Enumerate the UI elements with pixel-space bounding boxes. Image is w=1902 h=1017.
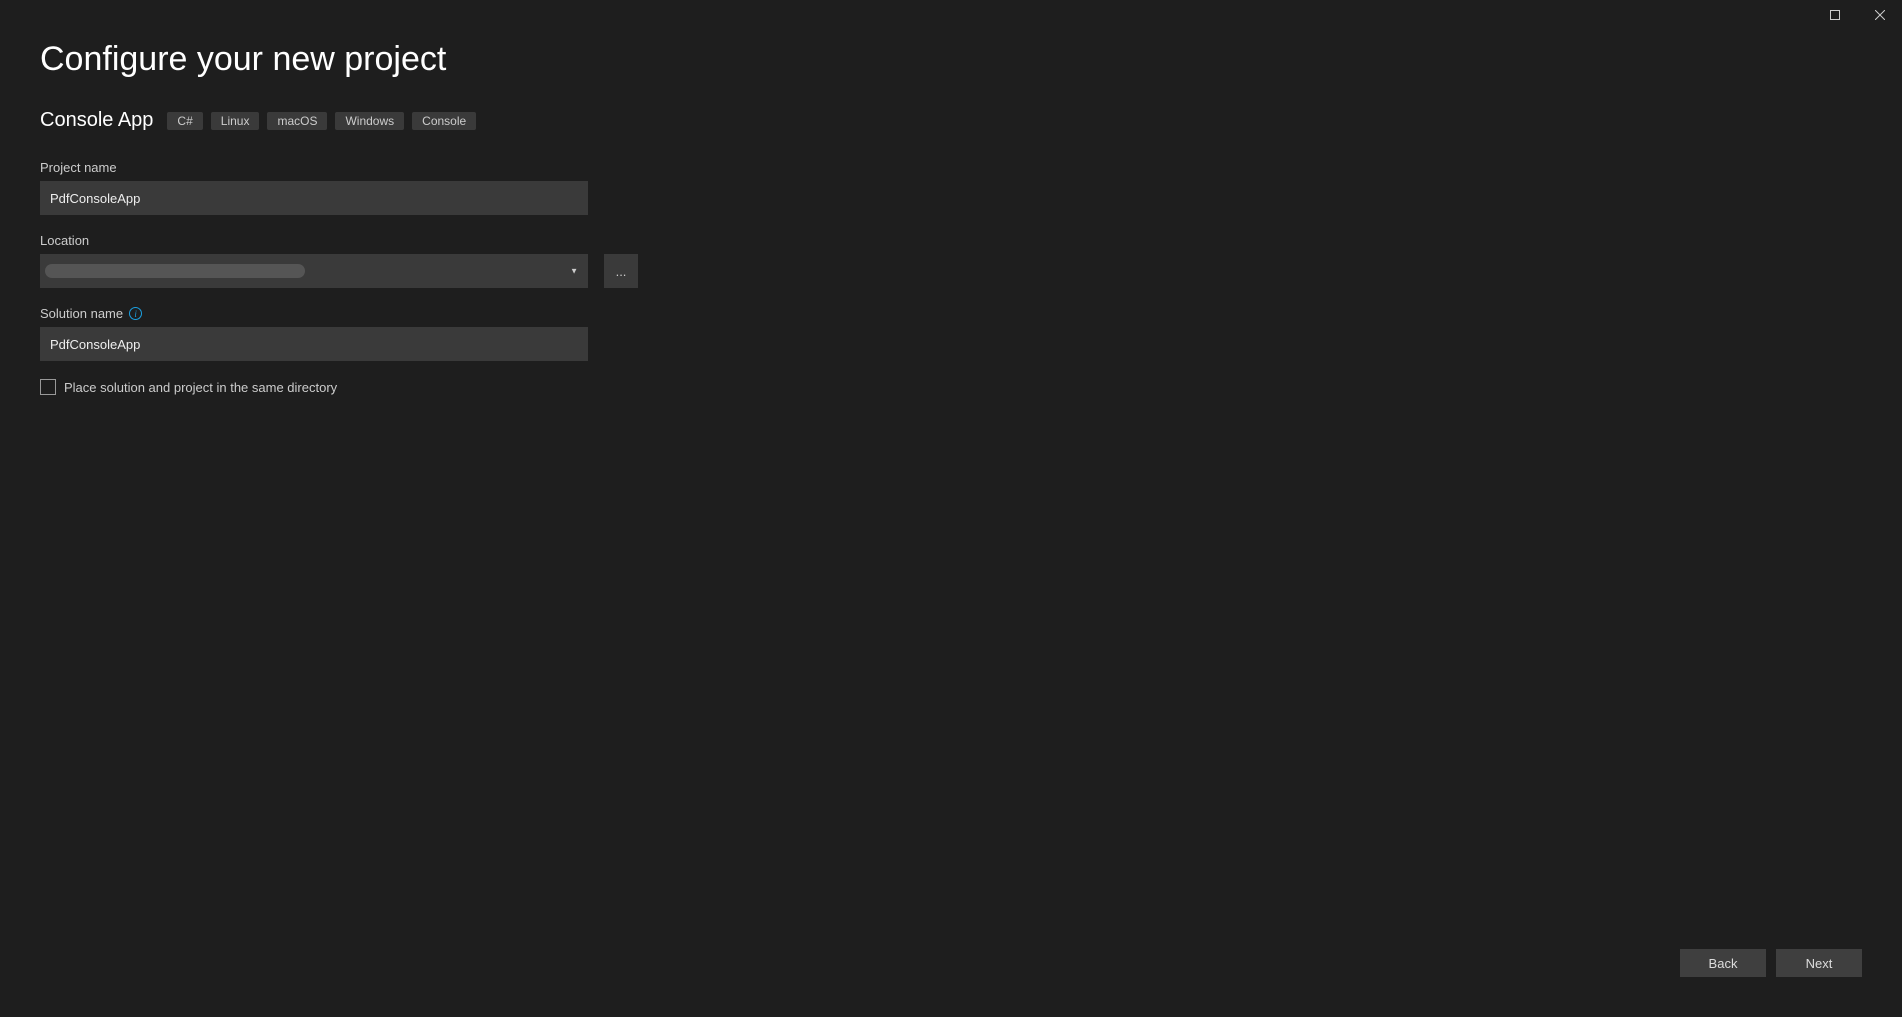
location-group: Location ▼ ... xyxy=(40,233,1862,288)
template-tag: Console xyxy=(412,112,476,130)
project-name-input[interactable] xyxy=(40,181,588,215)
browse-location-button[interactable]: ... xyxy=(604,254,638,288)
template-tag: C# xyxy=(167,112,202,130)
maximize-icon xyxy=(1830,10,1840,20)
window-titlebar xyxy=(0,0,1902,30)
page-title: Configure your new project xyxy=(40,40,1862,79)
info-icon[interactable]: i xyxy=(129,307,142,320)
template-tag: Linux xyxy=(211,112,260,130)
solution-name-label: Solution name xyxy=(40,306,123,321)
same-directory-checkbox[interactable] xyxy=(40,379,56,395)
solution-name-input[interactable] xyxy=(40,327,588,361)
chevron-down-icon: ▼ xyxy=(570,267,578,276)
project-name-group: Project name xyxy=(40,160,1862,215)
template-tag: Windows xyxy=(335,112,404,130)
close-icon xyxy=(1875,10,1885,20)
solution-name-label-row: Solution name i xyxy=(40,306,1862,321)
location-label: Location xyxy=(40,233,1862,248)
location-row: ▼ ... xyxy=(40,254,1862,288)
main-content: Configure your new project Console App C… xyxy=(0,30,1902,395)
solution-name-group: Solution name i xyxy=(40,306,1862,361)
location-value-redacted xyxy=(45,264,305,278)
template-tag: macOS xyxy=(267,112,327,130)
maximize-button[interactable] xyxy=(1812,0,1857,30)
template-row: Console App C# Linux macOS Windows Conso… xyxy=(40,109,1862,132)
next-button[interactable]: Next xyxy=(1776,949,1862,977)
location-combobox[interactable]: ▼ xyxy=(40,254,588,288)
close-button[interactable] xyxy=(1857,0,1902,30)
template-tags: C# Linux macOS Windows Console xyxy=(167,112,476,130)
footer-nav: Back Next xyxy=(1680,949,1862,977)
back-button[interactable]: Back xyxy=(1680,949,1766,977)
same-directory-row: Place solution and project in the same d… xyxy=(40,379,1862,395)
project-name-label: Project name xyxy=(40,160,1862,175)
same-directory-label[interactable]: Place solution and project in the same d… xyxy=(64,380,337,395)
template-name: Console App xyxy=(40,109,153,132)
